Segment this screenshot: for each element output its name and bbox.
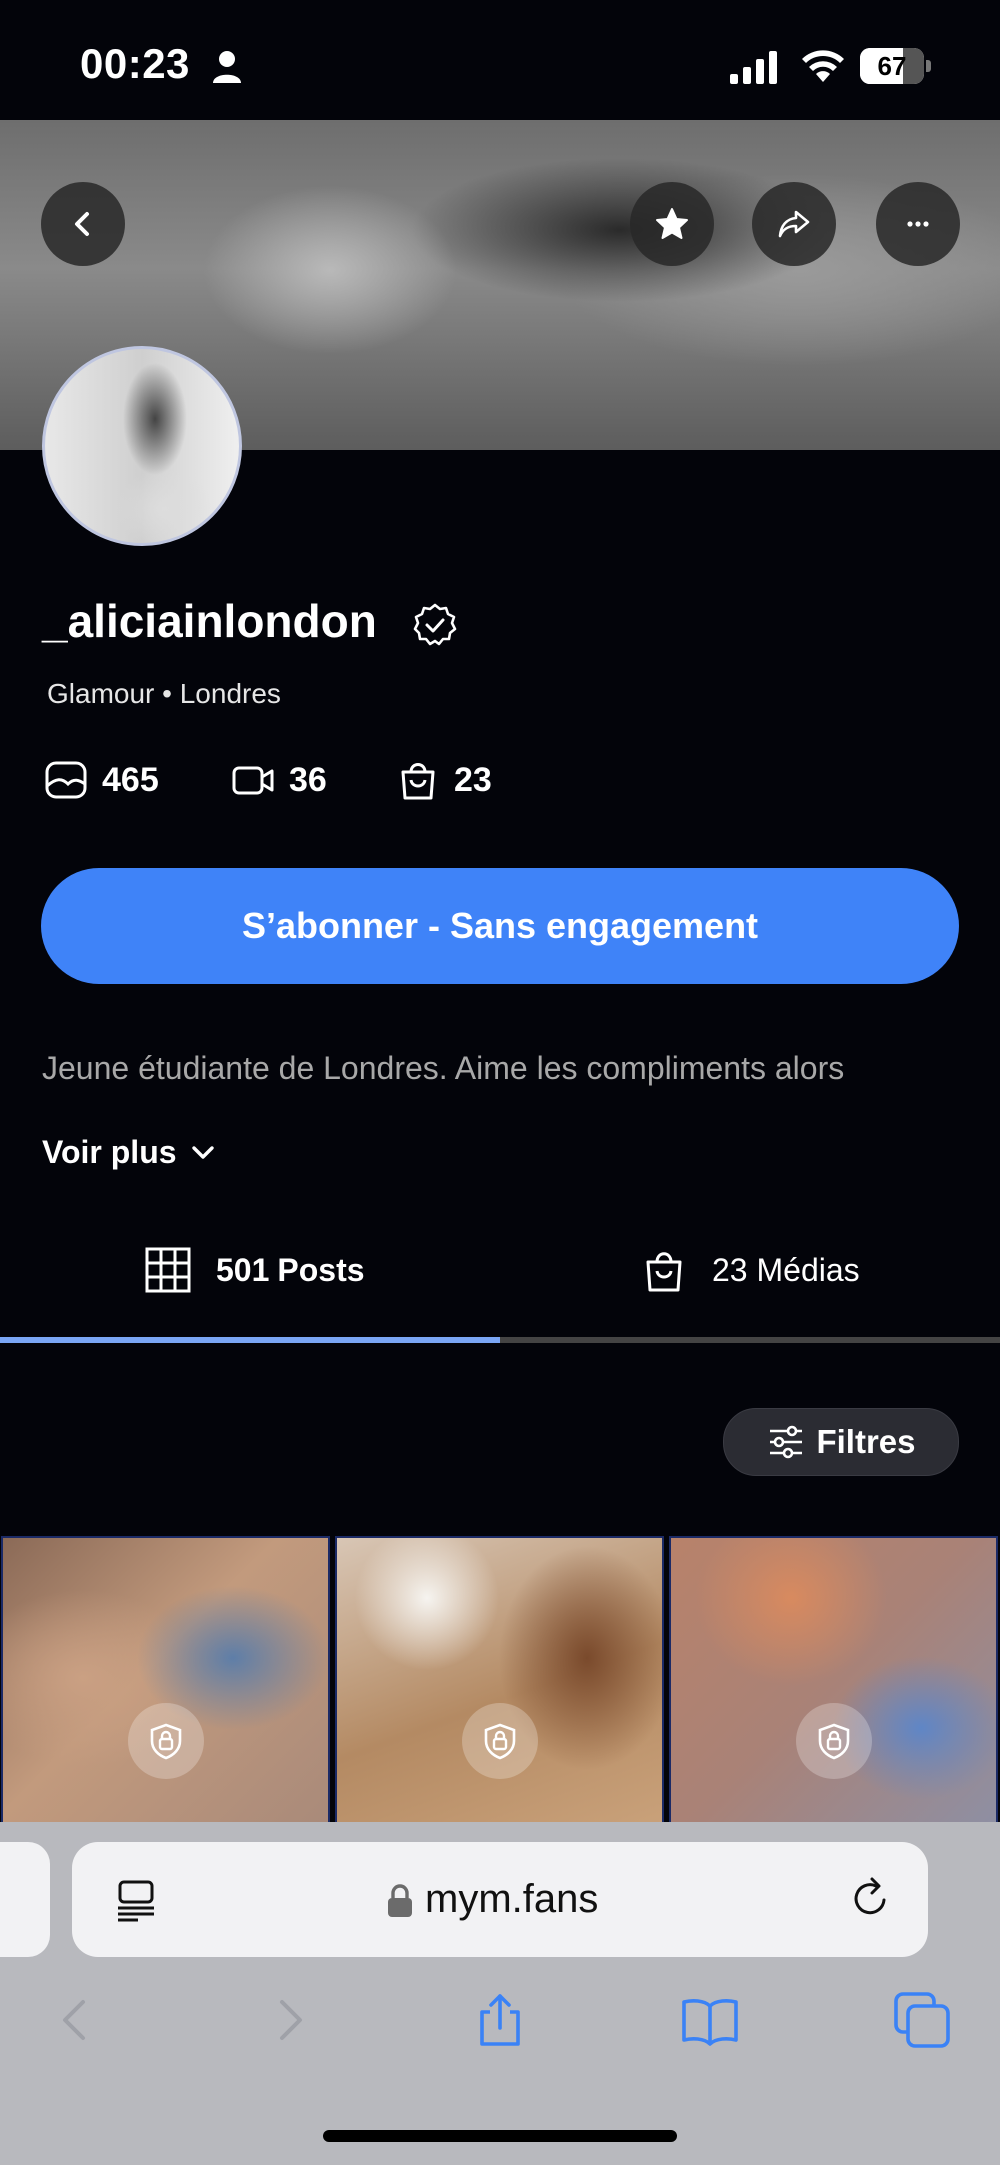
previous-tab-preview[interactable]	[0, 1842, 50, 1957]
url-text: mym.fans	[425, 1877, 599, 1921]
chevron-left-icon	[75, 212, 89, 236]
videos-count: 36	[289, 760, 327, 799]
post-thumbnail[interactable]	[669, 1536, 998, 1826]
cellular-signal-icon	[730, 51, 777, 84]
shopping-bag-icon	[401, 763, 435, 800]
ellipsis-icon	[907, 221, 929, 227]
reload-icon[interactable]	[846, 1874, 894, 1922]
person-icon	[213, 51, 241, 83]
see-more-label: Voir plus	[42, 1134, 177, 1170]
stat-videos: 36	[231, 755, 327, 805]
tab-posts-label: Posts	[277, 1251, 365, 1288]
subscribe-button[interactable]: S’abonner - Sans engagement	[41, 868, 959, 984]
verified-badge-icon	[413, 603, 457, 646]
chevron-down-icon	[191, 1145, 214, 1159]
tabs-icon[interactable]	[892, 1990, 952, 2050]
home-indicator	[323, 2130, 677, 2142]
status-bar: 00:23 67	[0, 0, 1000, 120]
post-thumbnail[interactable]	[1, 1536, 330, 1826]
video-camera-icon	[232, 766, 274, 795]
status-time: 00:23	[80, 40, 190, 87]
lock-shield-icon	[484, 1723, 515, 1760]
bio-text: Jeune étudiante de Londres. Aime les com…	[42, 1050, 845, 1086]
filters-label: Filtres	[816, 1423, 916, 1460]
tab-medias-label: 23 Médias	[712, 1251, 860, 1288]
back-arrow-icon[interactable]	[45, 1990, 105, 2050]
username: _aliciainlondon	[42, 595, 377, 647]
lock-shield-icon	[150, 1723, 181, 1760]
profile-subtitle: Glamour • Londres	[47, 678, 281, 709]
bookmarks-icon[interactable]	[680, 1990, 740, 2050]
locked-badge	[127, 1703, 204, 1779]
sliders-icon	[770, 1425, 803, 1459]
more-options-button[interactable]	[876, 182, 960, 266]
forward-arrow-icon[interactable]	[260, 1990, 320, 2050]
tab-posts[interactable]: 501 Posts	[144, 1240, 365, 1300]
wifi-icon	[802, 50, 844, 82]
stat-photos: 465	[44, 755, 159, 805]
avatar[interactable]	[42, 346, 242, 546]
tab-active-indicator	[0, 1337, 500, 1343]
locked-badge	[461, 1703, 538, 1779]
tab-posts-count: 501	[216, 1251, 270, 1288]
battery-level: 67	[877, 51, 907, 81]
share-arrow-icon	[778, 210, 810, 238]
photos-count: 465	[102, 760, 159, 799]
share-button[interactable]	[752, 182, 836, 266]
star-icon	[656, 208, 688, 239]
post-thumbnail[interactable]	[335, 1536, 664, 1826]
locked-badge	[795, 1703, 872, 1779]
photo-icon	[45, 761, 87, 799]
reader-mode-icon[interactable]	[112, 1876, 160, 1924]
grid-icon	[145, 1247, 191, 1293]
back-button[interactable]	[41, 182, 125, 266]
battery-indicator: 67	[860, 48, 932, 84]
see-more-button[interactable]: Voir plus	[42, 1134, 219, 1171]
purchases-count: 23	[454, 760, 492, 799]
lock-icon	[388, 1884, 412, 1917]
share-icon[interactable]	[470, 1990, 530, 2050]
filters-button[interactable]: Filtres	[723, 1408, 959, 1476]
favorite-button[interactable]	[630, 182, 714, 266]
tab-medias[interactable]: 23 Médias	[640, 1240, 860, 1300]
lock-shield-icon	[818, 1723, 849, 1760]
shopping-bag-icon	[646, 1252, 682, 1292]
stat-purchases: 23	[396, 755, 492, 805]
